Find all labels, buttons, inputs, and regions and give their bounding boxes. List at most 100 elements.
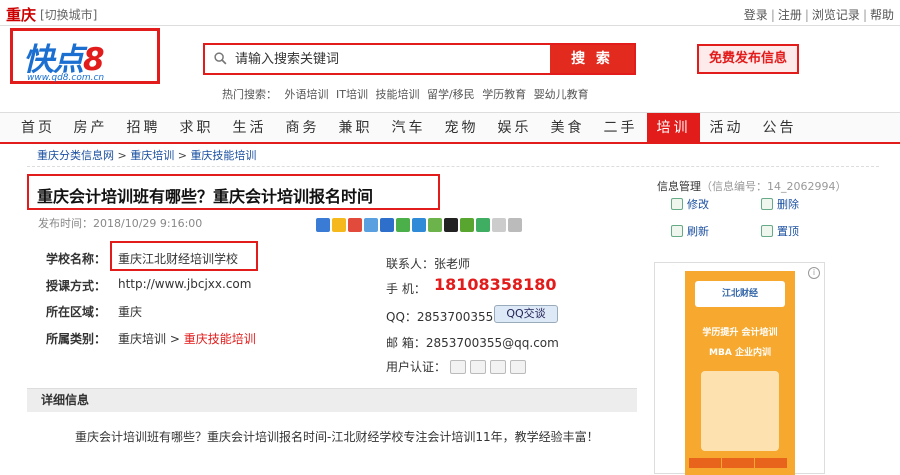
ad-illustration xyxy=(701,371,779,451)
category-value: 重庆培训 > 重庆技能培训 xyxy=(118,332,256,346)
search-box: 搜 索 xyxy=(203,43,636,75)
nav-notice[interactable]: 公告 xyxy=(753,113,806,143)
nav-house[interactable]: 房产 xyxy=(64,113,117,143)
nav-car[interactable]: 汽车 xyxy=(382,113,435,143)
ad-footer-badges xyxy=(689,457,791,469)
share-renren-icon[interactable] xyxy=(380,218,394,232)
share-print-icon[interactable] xyxy=(508,218,522,232)
register-link[interactable]: 注册 xyxy=(778,8,802,22)
side-ad[interactable]: 江北财经 学历提升 会计培训 MBA 企业内训 i xyxy=(654,262,825,475)
area-value: 重庆 xyxy=(118,305,143,319)
ad-line-2: MBA 企业内训 xyxy=(709,348,771,358)
ad-line-1: 学历提升 会计培训 xyxy=(702,328,778,338)
hot-search: 热门搜索： 外语培训 IT培训 技能培训 留学/移民 学历教育 婴幼儿教育 xyxy=(222,86,593,102)
history-link[interactable]: 浏览记录 xyxy=(812,8,860,22)
hot-term[interactable]: 留学/移民 xyxy=(427,88,475,101)
share-clover-icon[interactable] xyxy=(476,218,490,232)
category-link[interactable]: 重庆技能培训 xyxy=(184,332,256,346)
search-button[interactable]: 搜 索 xyxy=(550,45,634,73)
delete-icon xyxy=(761,198,773,210)
main-nav: 首页 房产 招聘 求职 生活 商务 兼职 汽车 宠物 娱乐 美食 二手 培训 活… xyxy=(0,112,900,144)
license-verify-icon xyxy=(510,359,527,374)
qq-number: QQ：2853700355 xyxy=(386,310,494,324)
pin-icon xyxy=(761,225,773,237)
publish-free-button[interactable]: 免费发布信息 xyxy=(697,44,799,74)
breadcrumb-link[interactable]: 重庆分类信息网 xyxy=(37,149,114,162)
help-link[interactable]: 帮助 xyxy=(870,8,894,22)
share-qq-icon[interactable] xyxy=(444,218,458,232)
share-douban-icon[interactable] xyxy=(412,218,426,232)
site-logo[interactable]: 快点8 www.qd8.com.cn xyxy=(10,28,160,84)
qq-chat-button[interactable]: QQ交谈 xyxy=(494,305,558,323)
breadcrumb: 重庆分类信息网 > 重庆培训 > 重庆技能培训 xyxy=(27,147,879,167)
method-label: 授课方式： xyxy=(46,279,107,293)
category-label: 所属类别： xyxy=(46,332,107,346)
share-kaixin-icon[interactable] xyxy=(428,218,442,232)
refresh-link[interactable]: 刷新 xyxy=(671,223,709,239)
school-value: 重庆江北财经培训学校 xyxy=(118,252,239,266)
detail-text: 重庆会计培训班有哪些？重庆会计培训报名时间-江北财经学校专注会计培训11年，教学… xyxy=(75,430,599,444)
nav-events[interactable]: 活动 xyxy=(700,113,753,143)
category-link[interactable]: 重庆培训 xyxy=(118,332,166,346)
nav-jobs[interactable]: 招聘 xyxy=(117,113,170,143)
verify-label: 用户认证： xyxy=(386,360,447,374)
nav-job-seek[interactable]: 求职 xyxy=(170,113,223,143)
share-qzone-icon[interactable] xyxy=(332,218,346,232)
nav-parttime[interactable]: 兼职 xyxy=(329,113,382,143)
publish-time: 发布时间：2018/10/29 9:16:00 xyxy=(38,217,203,230)
nav-secondhand[interactable]: 二手 xyxy=(594,113,647,143)
phone-verify-icon xyxy=(470,359,487,374)
edit-icon xyxy=(671,198,683,210)
area-label: 所在区域： xyxy=(46,305,107,319)
nav-food[interactable]: 美食 xyxy=(541,113,594,143)
user-verify: 用户认证： xyxy=(386,358,530,375)
method-value[interactable]: http://www.jbcjxx.com xyxy=(118,277,251,291)
hot-term[interactable]: 外语培训 xyxy=(285,88,329,101)
share-douban2-icon[interactable] xyxy=(460,218,474,232)
login-link[interactable]: 登录 xyxy=(744,8,768,22)
share-tweibo-icon[interactable] xyxy=(364,218,378,232)
share-copy-icon[interactable] xyxy=(492,218,506,232)
title-highlight: 重庆会计培训班有哪些？重庆会计培训报名时间 xyxy=(27,174,440,210)
share-more-icon[interactable] xyxy=(316,218,330,232)
share-bar xyxy=(316,218,524,235)
hot-term[interactable]: 学历教育 xyxy=(482,88,526,101)
search-input[interactable] xyxy=(205,45,550,73)
school-label: 学校名称： xyxy=(46,252,107,266)
delete-link[interactable]: 删除 xyxy=(761,196,799,212)
phone-number[interactable]: 18108358180 xyxy=(434,275,556,294)
nav-entertainment[interactable]: 娱乐 xyxy=(488,113,541,143)
ad-logo: 江北财经 xyxy=(695,281,785,307)
id-verify-icon xyxy=(450,359,467,374)
nav-training[interactable]: 培训 xyxy=(647,113,700,143)
nav-home[interactable]: 首页 xyxy=(12,113,64,143)
top-bar: 重庆 [切换城市] 登录 | 注册 | 浏览记录 | 帮助 xyxy=(0,0,900,26)
hot-term[interactable]: 技能培训 xyxy=(375,88,419,101)
contact-person: 联系人：张老师 xyxy=(386,257,471,271)
pin-top-link[interactable]: 置顶 xyxy=(761,223,799,239)
hot-term[interactable]: 婴幼儿教育 xyxy=(534,88,589,101)
breadcrumb-link[interactable]: 重庆技能培训 xyxy=(190,149,256,162)
logo-url: www.qd8.com.cn xyxy=(27,73,105,83)
current-city: 重庆 xyxy=(6,6,37,24)
email: 邮 箱：2853700355@qq.com xyxy=(386,336,559,350)
top-links: 登录 | 注册 | 浏览记录 | 帮助 xyxy=(743,8,894,22)
ad-banner: 江北财经 学历提升 会计培训 MBA 企业内训 xyxy=(685,271,795,475)
breadcrumb-link[interactable]: 重庆培训 xyxy=(130,149,174,162)
refresh-icon xyxy=(671,225,683,237)
hot-search-label: 热门搜索： xyxy=(222,88,277,101)
email-verify-icon xyxy=(490,359,507,374)
hot-term[interactable]: IT培训 xyxy=(336,88,368,101)
info-manage-head: 信息管理（信息编号：14_2062994） xyxy=(657,180,847,193)
detail-heading: 详细信息 xyxy=(27,388,637,412)
nav-business[interactable]: 商务 xyxy=(276,113,329,143)
share-weibo-icon[interactable] xyxy=(348,218,362,232)
ad-info-icon[interactable]: i xyxy=(808,267,820,279)
nav-life[interactable]: 生活 xyxy=(223,113,276,143)
share-wechat-icon[interactable] xyxy=(396,218,410,232)
switch-city-link[interactable]: [切换城市] xyxy=(40,6,97,23)
edit-link[interactable]: 修改 xyxy=(671,196,709,212)
phone-label: 手 机： xyxy=(386,282,426,296)
page-title: 重庆会计培训班有哪些？重庆会计培训报名时间 xyxy=(37,187,374,206)
nav-pets[interactable]: 宠物 xyxy=(435,113,488,143)
